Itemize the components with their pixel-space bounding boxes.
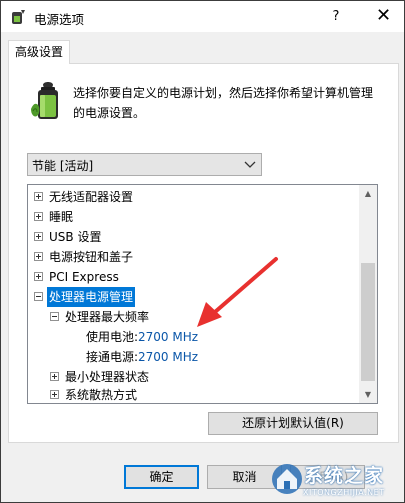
scroll-up-arrow-icon[interactable]: ▲ — [359, 185, 377, 202]
setting-label: 接通电源: — [86, 350, 139, 364]
expand-plus-icon[interactable] — [34, 192, 43, 201]
expand-plus-icon[interactable] — [34, 252, 43, 261]
expand-plus-icon[interactable] — [34, 232, 43, 241]
scroll-thumb[interactable] — [361, 263, 375, 381]
ok-button[interactable]: 确定 — [124, 465, 199, 489]
expand-plus-icon[interactable] — [34, 272, 43, 281]
expand-plus-icon[interactable] — [34, 212, 43, 221]
setting-value-link[interactable]: 2700 MHz — [138, 327, 198, 347]
scroll-down-arrow-icon[interactable]: ▼ — [359, 386, 377, 403]
power-options-icon — [12, 10, 25, 24]
plan-description: 选择你要自定义的电源计划，然后选择你希望计算机管理的电源设置。 — [73, 86, 374, 120]
watermark-text: 系统之家 — [304, 465, 385, 487]
setting-label: 使用电池: — [86, 330, 139, 344]
window-title: 电源选项 — [34, 12, 85, 27]
power-settings-tree[interactable]: 无线适配器设置 睡眠 USB 设置 电源按钮和盖子 PCI Express 处理… — [27, 184, 378, 404]
close-button[interactable]: ✕ — [363, 1, 404, 32]
expand-plus-icon[interactable] — [50, 372, 59, 381]
setting-on-battery[interactable]: 使用电池: 2700 MHz — [86, 327, 286, 347]
power-options-window: 电源选项 ? ✕ 高级设置 选择你要自定义的电源计划，然后选择你希望计算机管理的… — [0, 0, 405, 503]
power-plan-selected: 节能 [活动] — [32, 159, 94, 173]
battery-plan-icon — [31, 82, 58, 119]
tree-item-processor-power[interactable]: 处理器电源管理 — [34, 287, 154, 307]
title-bar: 电源选项 ? ✕ — [1, 1, 404, 32]
setting-plugged-in[interactable]: 接通电源: 2700 MHz — [86, 347, 286, 367]
collapse-minus-icon[interactable] — [50, 312, 59, 321]
setting-value-link[interactable]: 2700 MHz — [138, 347, 198, 367]
tab-advanced-settings[interactable]: 高级设置 — [8, 40, 70, 64]
expand-plus-icon[interactable] — [50, 390, 59, 399]
restore-defaults-button[interactable]: 还原计划默认值(R) — [208, 412, 378, 435]
chevron-down-icon — [244, 161, 256, 168]
watermark-url: XITONGZHIJIA.NET — [303, 488, 385, 497]
tree-scrollbar[interactable]: ▲ ▼ — [359, 185, 377, 403]
power-plan-dropdown[interactable]: 节能 [活动] — [27, 153, 262, 176]
collapse-minus-icon[interactable] — [34, 292, 43, 301]
help-button[interactable]: ? — [321, 1, 351, 32]
